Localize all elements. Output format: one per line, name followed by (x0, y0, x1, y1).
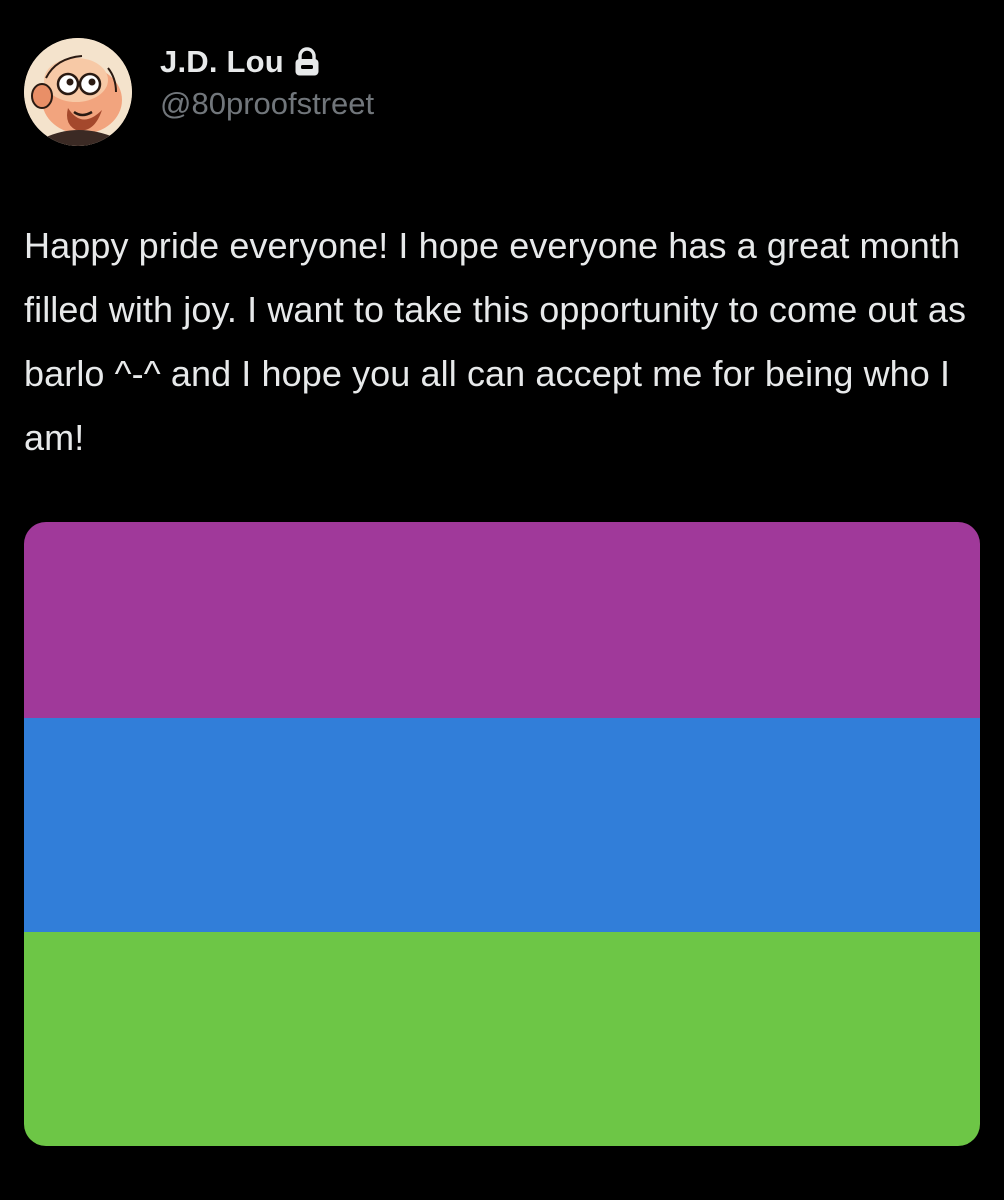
tweet: J.D. Lou @80proofstreet Happy pride ever… (0, 0, 1004, 1200)
lock-icon (294, 47, 320, 77)
flag-image[interactable] (24, 522, 980, 1146)
user-handle[interactable]: @80proofstreet (160, 86, 374, 122)
flag-stripe-magenta (24, 522, 980, 718)
name-row: J.D. Lou (160, 44, 374, 80)
flag-stripe-blue (24, 718, 980, 932)
tweet-header: J.D. Lou @80proofstreet (24, 38, 374, 146)
display-name[interactable]: J.D. Lou (160, 44, 284, 80)
avatar[interactable] (24, 38, 132, 146)
tweet-text: Happy pride everyone! I hope everyone ha… (24, 225, 967, 458)
flag-stripe-green (24, 932, 980, 1146)
user-names: J.D. Lou @80proofstreet (160, 44, 374, 122)
cartoon-character-avatar-icon (24, 38, 132, 146)
